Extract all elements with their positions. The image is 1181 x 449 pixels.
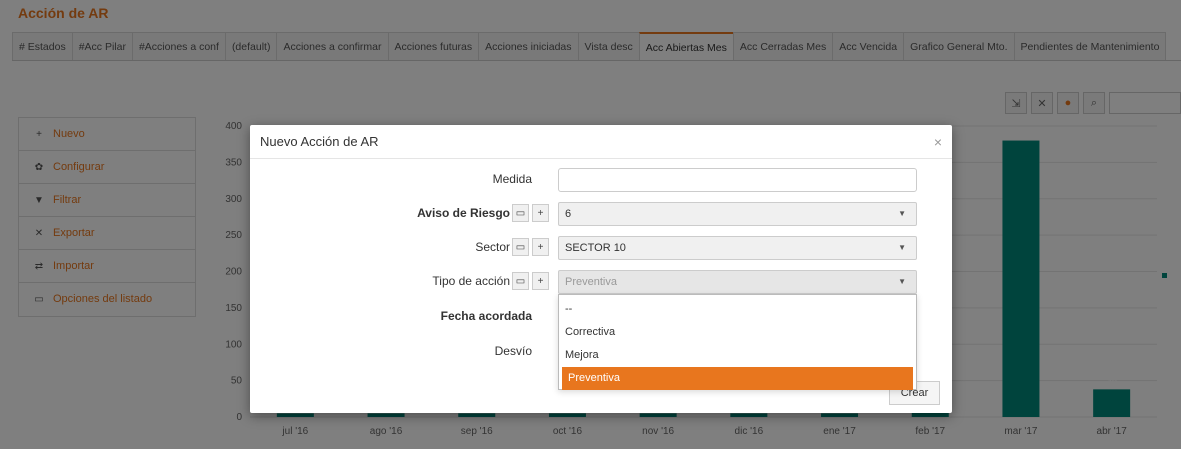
view-icon[interactable]: ▭ (512, 238, 529, 256)
add-icon[interactable]: + (532, 238, 549, 256)
medida-input[interactable] (558, 168, 917, 192)
tipo-label: Tipo de acción (432, 274, 510, 288)
sector-label: Sector (475, 240, 510, 254)
aviso-select[interactable]: 6 ▼ (558, 202, 917, 226)
tipo-select[interactable]: Preventiva ▼ (558, 270, 917, 294)
desvio-label: Desvío (494, 344, 532, 358)
field-medida: Medida (250, 168, 952, 192)
field-aviso: Aviso de Riesgo ▭ + 6 ▼ (250, 202, 952, 226)
aviso-label: Aviso de Riesgo (417, 206, 510, 220)
field-sector: Sector ▭ + SECTOR 10 ▼ (250, 236, 952, 260)
tipo-dropdown: -- Correctiva Mejora Preventiva (558, 294, 917, 390)
aviso-buttons: ▭ + (512, 204, 549, 222)
tipo-buttons: ▭ + (512, 272, 549, 290)
sector-select[interactable]: SECTOR 10 ▼ (558, 236, 917, 260)
close-icon[interactable]: × (934, 134, 942, 150)
view-icon[interactable]: ▭ (512, 272, 529, 290)
modal-title: Nuevo Acción de AR (260, 134, 379, 149)
sector-value: SECTOR 10 (565, 242, 626, 254)
view-icon[interactable]: ▭ (512, 204, 529, 222)
field-tipo: Tipo de acción ▭ + Preventiva ▼ (250, 270, 952, 294)
fecha-label: Fecha acordada (440, 309, 532, 323)
aviso-value: 6 (565, 208, 572, 220)
add-icon[interactable]: + (532, 272, 549, 290)
chevron-down-icon: ▼ (898, 209, 906, 218)
add-icon[interactable]: + (532, 204, 549, 222)
chevron-down-icon: ▼ (898, 243, 906, 252)
modal-header: Nuevo Acción de AR × (250, 125, 952, 159)
sector-buttons: ▭ + (512, 238, 549, 256)
medida-label: Medida (492, 172, 532, 186)
dropdown-option[interactable]: Preventiva (562, 367, 913, 390)
dropdown-option[interactable]: Correctiva (559, 321, 916, 344)
tipo-value: Preventiva (565, 276, 617, 288)
chevron-down-icon: ▼ (898, 277, 906, 286)
dropdown-option[interactable]: Mejora (559, 344, 916, 367)
dropdown-option[interactable]: -- (559, 298, 916, 321)
